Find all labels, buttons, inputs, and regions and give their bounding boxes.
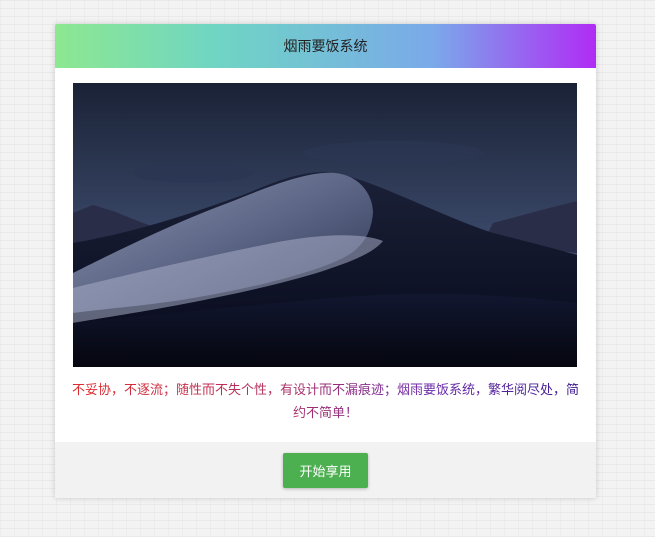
card-header: 烟雨要饭系统: [55, 24, 596, 68]
desert-illustration: [73, 83, 577, 367]
welcome-card: 烟雨要饭系统 不妥协，不逐流；随性而不失个性，有设计而不漏痕迹；烟雨要饭系统，繁…: [55, 24, 596, 498]
hero-image: [73, 83, 577, 367]
app-title: 烟雨要饭系统: [283, 39, 368, 55]
start-button[interactable]: 开始享用: [283, 452, 368, 488]
tagline: 不妥协，不逐流；随性而不失个性，有设计而不漏痕迹；烟雨要饭系统，繁华阅尽处，简约…: [67, 379, 584, 425]
card-footer: 开始享用: [55, 442, 596, 498]
